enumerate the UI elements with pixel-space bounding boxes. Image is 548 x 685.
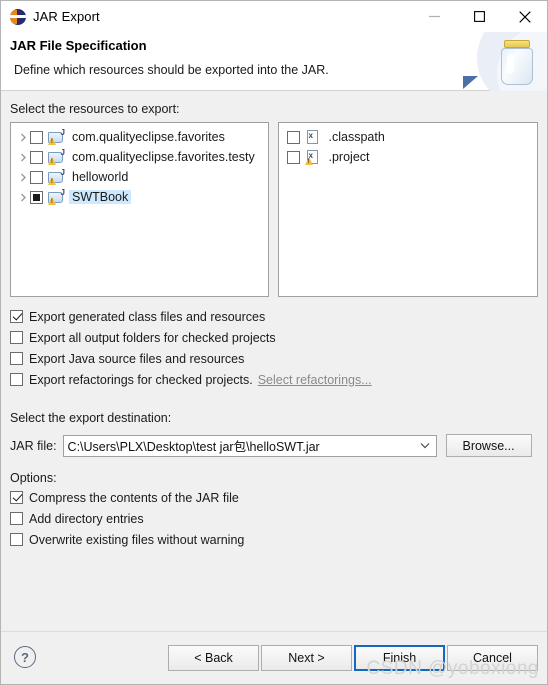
finish-button[interactable]: Finish — [354, 645, 445, 671]
footer-buttons: < Back Next > Finish Cancel — [168, 645, 538, 671]
java-project-icon: J — [48, 169, 65, 185]
option-overwrite-existing-files[interactable]: Overwrite existing files without warning — [10, 529, 538, 550]
tree-item-label: com.qualityeclipse.favorites.testy — [72, 150, 255, 164]
option-label: Export all output folders for checked pr… — [29, 330, 276, 345]
option-checkbox[interactable] — [10, 491, 23, 504]
browse-button[interactable]: Browse... — [445, 434, 532, 457]
window-title: JAR Export — [33, 9, 100, 24]
option-checkbox[interactable] — [10, 373, 23, 386]
option-export-all-output-folders[interactable]: Export all output folders for checked pr… — [10, 327, 538, 348]
option-add-directory-entries[interactable]: Add directory entries — [10, 508, 538, 529]
eclipse-icon — [10, 8, 26, 25]
jar-export-dialog: JAR Export JAR File Specification Define… — [0, 0, 548, 685]
destination-label: Select the export destination: — [10, 411, 172, 425]
java-project-icon: J — [48, 189, 65, 205]
option-checkbox[interactable] — [10, 310, 23, 323]
file-checkbox[interactable] — [286, 130, 300, 144]
help-icon[interactable]: ? — [14, 646, 36, 668]
options-label: Options: — [10, 471, 57, 485]
chevron-right-icon[interactable] — [16, 193, 30, 202]
option-label: Overwrite existing files without warning — [29, 532, 245, 547]
option-export-java-source-files[interactable]: Export Java source files and resources — [10, 348, 538, 369]
chevron-right-icon[interactable] — [16, 153, 30, 162]
jar-file-row: JAR file: C:\Users\PLX\Desktop\test jar包… — [10, 434, 538, 457]
list-item[interactable]: x .classpath — [284, 127, 538, 147]
xml-file-icon: x — [305, 129, 322, 145]
dialog-body: Select the resources to export: J com.qu… — [1, 91, 547, 620]
file-list[interactable]: x .classpath x .project — [277, 122, 538, 297]
java-project-icon: J — [48, 149, 65, 165]
resources-label: Select the resources to export: — [10, 102, 180, 116]
minimize-icon[interactable] — [412, 1, 457, 32]
option-checkbox[interactable] — [10, 533, 23, 546]
option-label: Compress the contents of the JAR file — [29, 490, 239, 505]
option-checkbox[interactable] — [10, 352, 23, 365]
chevron-right-icon[interactable] — [16, 133, 30, 142]
option-label: Export refactorings for checked projects… — [29, 372, 253, 387]
next-button[interactable]: Next > — [261, 645, 352, 671]
tree-checkbox[interactable] — [30, 170, 43, 184]
file-checkbox[interactable] — [286, 150, 300, 164]
tree-row[interactable]: J SWTBook — [11, 187, 268, 207]
jar-file-combo[interactable]: C:\Users\PLX\Desktop\test jar包\helloSWT.… — [62, 434, 437, 457]
tree-checkbox[interactable] — [30, 150, 43, 164]
file-label: .classpath — [328, 130, 385, 144]
back-button[interactable]: < Back — [168, 645, 259, 671]
chevron-down-icon[interactable] — [420, 436, 430, 456]
maximize-icon[interactable] — [457, 1, 502, 32]
tree-row[interactable]: J helloworld — [11, 167, 268, 187]
dialog-footer: ? < Back Next > Finish Cancel CSDN @yobo… — [1, 631, 547, 684]
option-label: Export Java source files and resources — [29, 351, 245, 366]
close-icon[interactable] — [502, 1, 547, 32]
export-options-group: Export generated class files and resourc… — [10, 306, 538, 390]
option-compress-jar[interactable]: Compress the contents of the JAR file — [10, 487, 538, 508]
cancel-button[interactable]: Cancel — [447, 645, 538, 671]
tree-item-label: SWTBook — [69, 190, 132, 204]
file-label: .project — [328, 150, 370, 164]
resource-panes: J com.qualityeclipse.favorites J com.qua… — [10, 122, 538, 297]
option-export-generated-class-files[interactable]: Export generated class files and resourc… — [10, 306, 538, 327]
tree-item-label: helloworld — [72, 170, 129, 184]
jar-bottle-icon — [459, 32, 547, 91]
java-project-icon: J — [48, 129, 65, 145]
select-refactorings-link[interactable]: Select refactorings... — [258, 373, 372, 387]
tree-checkbox[interactable] — [30, 190, 43, 204]
jar-file-label: JAR file: — [10, 438, 57, 453]
tree-row[interactable]: J com.qualityeclipse.favorites.testy — [11, 147, 268, 167]
option-export-refactorings[interactable]: Export refactorings for checked projects… — [10, 369, 538, 390]
chevron-right-icon[interactable] — [16, 173, 30, 182]
title-bar: JAR Export — [1, 1, 547, 32]
window-buttons — [412, 1, 547, 32]
option-checkbox[interactable] — [10, 512, 23, 525]
jar-file-value: C:\Users\PLX\Desktop\test jar包\helloSWT.… — [67, 440, 320, 454]
option-checkbox[interactable] — [10, 331, 23, 344]
options-group: Compress the contents of the JAR file Ad… — [10, 487, 538, 550]
list-item[interactable]: x .project — [284, 147, 538, 167]
xml-file-icon: x — [304, 149, 322, 165]
option-label: Add directory entries — [29, 511, 144, 526]
tree-item-label: com.qualityeclipse.favorites — [72, 130, 225, 144]
project-tree[interactable]: J com.qualityeclipse.favorites J com.qua… — [10, 122, 269, 297]
option-label: Export generated class files and resourc… — [29, 309, 266, 324]
wizard-banner: JAR File Specification Define which reso… — [1, 32, 547, 91]
tree-row[interactable]: J com.qualityeclipse.favorites — [11, 127, 268, 147]
tree-checkbox[interactable] — [30, 130, 43, 144]
